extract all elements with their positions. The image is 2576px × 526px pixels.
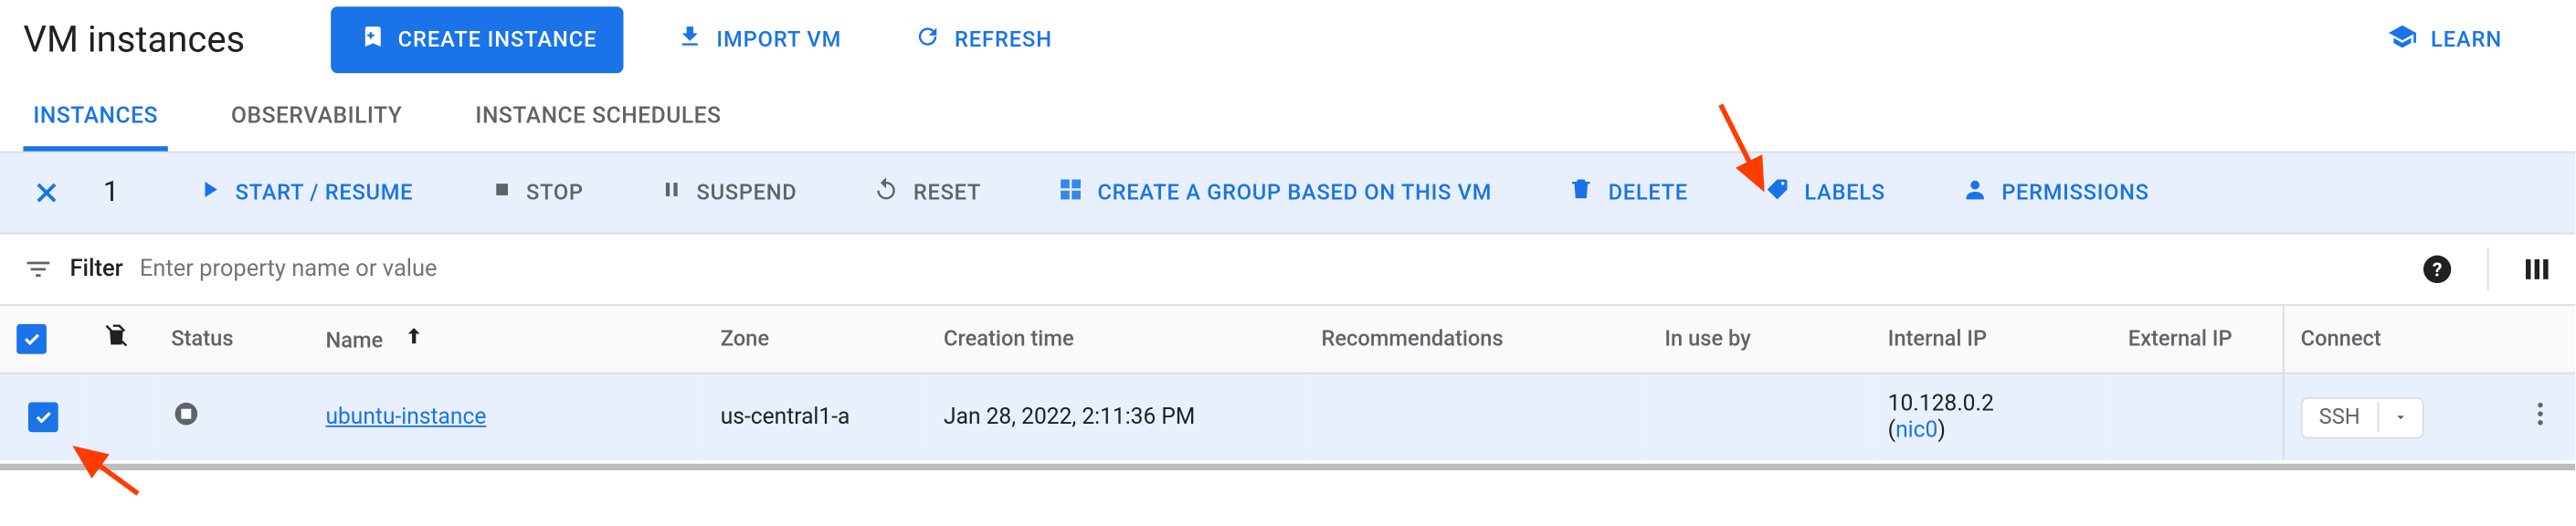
pause-icon — [660, 178, 682, 208]
import-icon — [677, 23, 703, 56]
import-vm-label: IMPORT VM — [716, 27, 841, 52]
cell-creation-time: Jan 28, 2022, 2:11:36 PM — [927, 373, 1304, 461]
tag-icon — [1765, 176, 1791, 209]
instance-name-link[interactable]: ubuntu-instance — [325, 404, 486, 430]
delete-button[interactable]: DELETE — [1552, 166, 1705, 219]
cell-external-ip — [2112, 373, 2284, 461]
svg-text:?: ? — [2433, 258, 2443, 281]
create-group-button[interactable]: CREATE A GROUP BASED ON THIS VM — [1041, 166, 1509, 219]
selection-action-bar: 1 START / RESUME STOP SUSPEND RESET CREA… — [0, 153, 2575, 234]
person-icon — [1962, 176, 1989, 209]
clear-selection-button[interactable] — [23, 170, 69, 216]
nic-link[interactable]: nic0 — [1895, 417, 1937, 444]
row-more-menu[interactable] — [2526, 399, 2556, 429]
refresh-button[interactable]: REFRESH — [894, 10, 1072, 70]
tabs: INSTANCES OBSERVABILITY INSTANCE SCHEDUL… — [0, 83, 2575, 153]
row-checkbox[interactable] — [28, 402, 58, 432]
learn-button[interactable]: LEARN — [2368, 8, 2522, 71]
help-icon[interactable]: ? — [2421, 253, 2454, 286]
trash-icon — [1568, 176, 1595, 209]
tab-instance-schedules[interactable]: INSTANCE SCHEDULES — [466, 83, 732, 152]
col-creation-time[interactable]: Creation time — [927, 306, 1304, 373]
filter-input[interactable] — [140, 256, 2404, 282]
create-instance-button[interactable]: CREATE INSTANCE — [332, 6, 624, 73]
ssh-button[interactable]: SSH — [2302, 398, 2376, 437]
refresh-label: REFRESH — [955, 27, 1052, 52]
instances-table: Status Name Zone Creation time Recommend… — [0, 306, 2575, 460]
cell-recommendations — [1304, 373, 1648, 461]
filter-bar: Filter ? — [0, 235, 2575, 306]
col-internal-ip[interactable]: Internal IP — [1871, 306, 2111, 373]
table-row: ubuntu-instance us-central1-a Jan 28, 20… — [0, 373, 2575, 461]
selected-count: 1 — [103, 176, 119, 209]
col-zone[interactable]: Zone — [704, 306, 927, 373]
labels-button[interactable]: LABELS — [1747, 166, 1902, 219]
filter-icon — [23, 254, 53, 284]
select-all-checkbox[interactable] — [16, 323, 47, 353]
learn-label: LEARN — [2431, 27, 2502, 52]
col-status[interactable]: Status — [154, 306, 309, 373]
sort-asc-icon — [402, 329, 425, 353]
stop-icon — [490, 178, 512, 208]
reset-icon — [873, 176, 900, 209]
col-external-ip[interactable]: External IP — [2112, 306, 2284, 373]
import-vm-button[interactable]: IMPORT VM — [657, 10, 861, 70]
reset-button[interactable]: RESET — [857, 166, 998, 219]
page-header: VM instances CREATE INSTANCE IMPORT VM R… — [0, 0, 2575, 83]
group-icon — [1058, 176, 1084, 209]
tab-instances[interactable]: INSTANCES — [23, 83, 167, 152]
filter-label: Filter — [69, 256, 122, 282]
table-header-row: Status Name Zone Creation time Recommend… — [0, 306, 2575, 373]
columns-icon[interactable] — [2522, 254, 2552, 284]
col-connect: Connect — [2284, 306, 2507, 373]
play-icon — [195, 176, 222, 209]
warning-column-icon — [102, 331, 129, 355]
ssh-dropdown[interactable] — [2377, 402, 2422, 432]
permissions-button[interactable]: PERMISSIONS — [1945, 166, 2166, 219]
cell-in-use-by — [1648, 373, 1871, 461]
cell-internal-ip: 10.128.0.2 (nic0) — [1871, 373, 2111, 461]
cell-zone: us-central1-a — [704, 373, 927, 461]
tab-observability[interactable]: OBSERVABILITY — [221, 83, 412, 152]
status-stopped-icon — [171, 399, 201, 429]
create-instance-label: CREATE INSTANCE — [398, 27, 597, 52]
stop-button[interactable]: STOP — [473, 168, 600, 218]
refresh-icon — [914, 23, 941, 56]
page-title: VM instances — [23, 19, 245, 61]
plus-badge-icon — [358, 23, 385, 56]
suspend-button[interactable]: SUSPEND — [643, 168, 813, 218]
col-name[interactable]: Name — [309, 306, 703, 373]
horizontal-scrollbar[interactable] — [0, 464, 2575, 470]
col-recommendations[interactable]: Recommendations — [1304, 306, 1648, 373]
col-in-use-by[interactable]: In use by — [1648, 306, 1871, 373]
learn-icon — [2388, 22, 2418, 58]
ssh-button-group: SSH — [2301, 396, 2423, 438]
start-resume-button[interactable]: START / RESUME — [179, 166, 430, 219]
